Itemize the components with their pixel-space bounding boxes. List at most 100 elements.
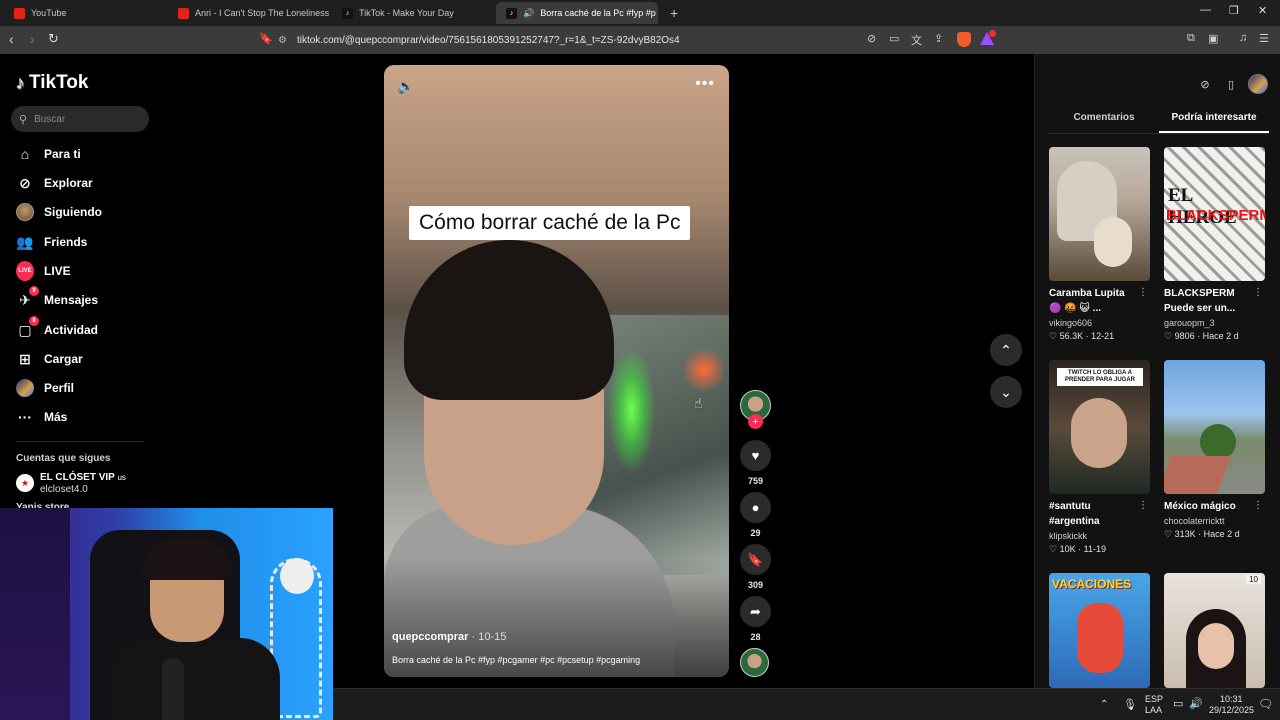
card-date: 12-21 [1091,331,1115,341]
sidebar-item-label: Explorar [44,176,93,190]
music-avatar[interactable] [740,648,769,677]
video-date: 10-15 [478,631,507,643]
tiktok-logo[interactable]: ♪ TikTok [16,72,88,94]
video-separator: · [471,631,476,643]
menu-icon[interactable]: ☰ [1259,32,1269,45]
recommended-card[interactable]: 10 [1164,573,1265,688]
sidebar-item-mensajes[interactable]: ✈ 9 Mensajes [16,286,99,312]
more-options-icon[interactable]: ••• [695,75,715,93]
share-icon[interactable]: ⇪ [934,32,943,45]
recommended-card[interactable]: México mágico ⋮ chocolaterricktt ♡ 313K … [1164,360,1265,540]
card-likes: 10K [1059,544,1076,554]
video-author-row[interactable]: quepccomprar · 10-15 [392,631,506,643]
activity-icon: ▢ 8 [16,316,39,339]
heart-outline-icon: ♡ [1164,529,1173,539]
volume-icon[interactable]: 🔈 [397,78,414,95]
tab-comentarios[interactable]: Comentarios [1049,110,1159,133]
sidebar-item-perfil[interactable]: Perfil [16,376,74,400]
card-more-icon[interactable]: ⋮ [1253,500,1263,511]
sidebar-item-friends[interactable]: 👥 Friends [16,230,87,254]
search-input[interactable] [34,113,135,125]
wallet-icon[interactable]: ▣ [1208,32,1218,45]
card-more-icon[interactable]: ⋮ [1138,500,1148,511]
tab-podria-interesarte[interactable]: Podría interesarte [1159,110,1269,133]
cast-icon[interactable]: ▭ [889,32,899,45]
chevron-down-icon: ⌄ [1000,383,1012,400]
sidebar-item-mas[interactable]: ··· Más [16,405,67,429]
microphone-icon[interactable]: 🎙 [1123,698,1137,711]
share-button[interactable]: ➦ [740,596,771,627]
extensions-icon[interactable]: ⧉ [1187,32,1195,45]
minimize-icon[interactable]: — [1200,4,1211,16]
friends-icon: 👥 [16,233,34,250]
recommended-card[interactable]: TWITCH LO OBLIGA A PRENDER PARA JUGAR #s… [1049,360,1150,555]
like-button[interactable]: ♥ [740,440,771,471]
recommended-card[interactable]: Caramba Lupita ⋮ 🟣 🤬 😺 ... vikingo606 ♡ … [1049,147,1150,342]
network-icon[interactable]: ▭ [1173,697,1183,710]
notifications-icon[interactable]: 🗨 [1258,697,1273,711]
device-icon[interactable]: ▯ [1222,75,1240,93]
maximize-icon[interactable]: ❐ [1229,4,1239,17]
volume-icon[interactable]: 🔊 [1189,697,1203,710]
sidebar-item-live[interactable]: LIVE LIVE [16,259,71,283]
upload-icon: ⊞ [19,350,31,367]
chevron-up-icon[interactable]: ⌃ [1100,699,1108,710]
account-name: EL CLÓSET VIP [40,472,115,483]
tab-tiktok-video[interactable]: ♪ 🔊 Borra caché de la Pc #fyp #p ✕ [496,2,658,24]
card-user: klipskickk [1049,531,1088,541]
browser-tab-bar: YouTube Anri - I Can't Stop The Loneline… [0,0,1280,26]
save-button[interactable]: 🔖 [740,544,771,575]
bookmark-icon[interactable]: 🔖 [259,32,273,45]
thumb-text: VACACIONES [1052,577,1132,591]
next-video-button[interactable]: ⌄ [990,376,1022,408]
tab-anri[interactable]: Anri - I Can't Stop The Loneliness (Su [168,2,332,24]
forward-icon[interactable]: › [30,31,35,47]
card-likes: 313K [1174,529,1196,539]
site-info-icon[interactable]: ⚙ [278,35,287,46]
back-icon[interactable]: ‹ [9,31,14,47]
sidebar-item-siguiendo[interactable]: Siguiendo [16,200,102,224]
previous-video-button[interactable]: ⌃ [990,334,1022,366]
stat-separator: · [1198,529,1202,539]
following-title: Cuentas que sigues [16,453,111,464]
translate-icon[interactable]: 文 [911,32,922,48]
explore-icon[interactable]: ⊘ [1196,75,1214,93]
card-more-icon[interactable]: ⋮ [1138,287,1148,298]
tiktok-icon: ♪ [506,7,517,19]
new-tab-button[interactable]: + [660,2,682,24]
stat-separator: · [1197,331,1201,341]
following-account[interactable]: ★ EL CLÓSET VIP us elcloset4.0 [16,472,126,496]
recommended-card[interactable]: EL HEROE BLACKSPERM BLACKSPERM ⋮ Puede s… [1164,147,1265,342]
card-thumbnail: VACACIONES [1049,573,1150,688]
brave-shield-icon[interactable] [957,32,971,47]
dog-figure [1094,217,1132,267]
close-window-icon[interactable]: ✕ [1258,4,1267,17]
clock-time[interactable]: 10:31 [1220,694,1243,704]
card-more-icon[interactable]: ⋮ [1253,287,1263,298]
tab-tiktok-home[interactable]: ♪ TikTok - Make Your Day [332,2,496,24]
sidebar-item-label: Mensajes [44,293,99,307]
follow-button[interactable]: + [748,414,763,429]
profile-avatar-icon [16,379,34,397]
sidebar-item-actividad[interactable]: ▢ 8 Actividad [16,316,99,342]
video-description: Borra caché de la Pc #fyp #pcgamer #pc #… [392,655,641,665]
search-box[interactable]: ⚲ [11,106,149,132]
game-character [1077,603,1123,673]
sidebar: ♪ TikTok ⚲ ⌂ Para ti ⊘ Explorar Siguiend… [0,54,160,513]
sidebar-item-para-ti[interactable]: ⌂ Para ti [16,142,81,166]
video-player[interactable]: Cómo borrar caché de la Pc 🔈 ••• quepcco… [384,65,729,677]
search-icon: ⚲ [19,113,28,126]
media-icon[interactable]: ♫ [1239,32,1247,44]
reload-icon[interactable]: ↻ [48,31,59,47]
tab-youtube[interactable]: YouTube [4,2,168,24]
sidebar-item-label: Actividad [44,323,99,337]
language-code[interactable]: ESP [1145,694,1163,704]
user-avatar[interactable] [1248,74,1268,94]
no-tracking-icon[interactable]: ⊘ [867,32,876,45]
sidebar-item-cargar[interactable]: ⊞ Cargar [16,347,83,371]
sidebar-item-explorar[interactable]: ⊘ Explorar [16,171,93,195]
comment-button[interactable]: ● [740,492,771,523]
save-count: 309 [747,580,764,590]
recommended-card[interactable]: VACACIONES [1049,573,1150,688]
card-stats: ♡ 56.3K · 12-21 [1049,331,1150,342]
